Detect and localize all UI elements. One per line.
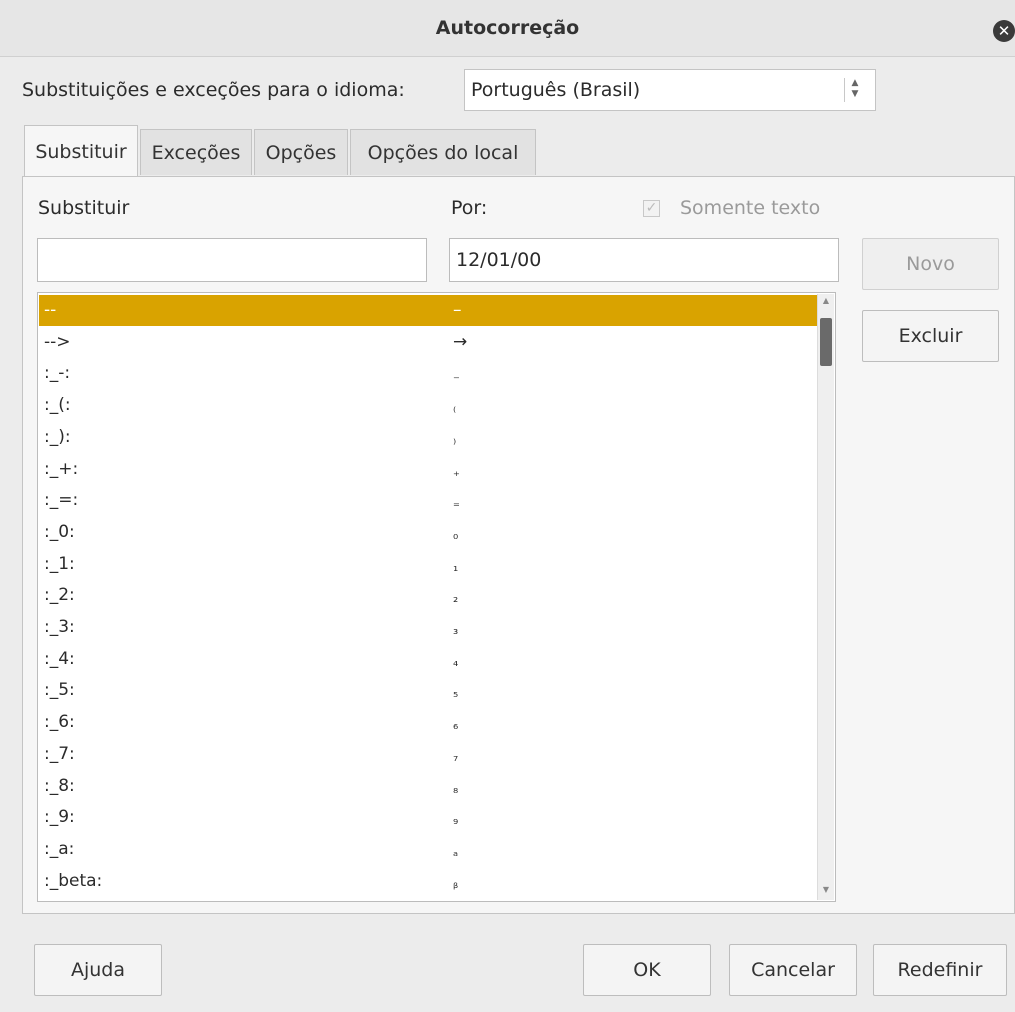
row-replacement: ₁ [453,559,459,575]
row-original: :_4: [44,648,75,669]
language-value: Português (Brasil) [471,79,641,101]
help-button[interactable]: Ajuda [34,944,162,996]
replace-input[interactable] [37,238,427,282]
row-replacement: ᵦ [453,876,459,892]
row-replacement: ₊ [453,464,460,480]
row-original: :_+: [44,458,79,479]
row-original: :_0: [44,521,75,542]
text-only-checkbox[interactable]: ✓ [643,200,660,217]
row-original: :_8: [44,775,75,796]
delete-button[interactable]: Excluir [862,310,999,362]
title-bar: Autocorreção ✕ [0,0,1015,57]
table-row[interactable]: :_=: ₌ [39,485,817,516]
scroll-thumb[interactable] [820,318,832,366]
row-original: :_6: [44,712,75,733]
scroll-up-icon[interactable]: ▲ [818,296,834,305]
row-original: :_): [44,426,71,447]
replacement-table[interactable]: -- – --> → :_-: ₋ :_(: ₍ :_): ₎ :_+: ₊ :_=: ₌ :_0: ₀ :_1… [37,292,836,902]
row-replacement: ₂ [453,591,459,607]
table-row[interactable]: :_a: ₐ [39,834,817,865]
row-original: :_=: [44,490,79,511]
with-label: Por: [451,197,488,219]
table-row[interactable]: :_2: ₂ [39,580,817,611]
row-original: :_beta: [44,870,103,891]
row-original: :_a: [44,838,75,859]
tab-substituir[interactable]: Substituir [24,125,138,177]
row-replacement: ₆ [453,718,459,734]
row-original: :_7: [44,743,75,764]
row-original: :_-: [44,363,71,384]
row-replacement: ₈ [453,781,459,797]
window-title: Autocorreção [435,17,580,39]
table-row[interactable]: :_-: ₋ [39,358,817,389]
row-replacement: ₇ [453,749,459,765]
row-replacement: ₍ [453,401,457,417]
row-replacement: ₎ [453,432,457,448]
row-original: --> [44,331,71,352]
with-input[interactable]: 12/01/00 [449,238,839,282]
table-row[interactable]: :_8: ₈ [39,771,817,802]
table-row[interactable]: :_5: ₅ [39,675,817,706]
table-row[interactable]: :_9: ₉ [39,802,817,833]
row-replacement: ₅ [453,686,459,702]
row-original: :_(: [44,395,71,416]
row-replacement: ₋ [453,369,460,385]
table-row[interactable]: :_4: ₄ [39,644,817,675]
table-row[interactable]: :_(: ₍ [39,390,817,421]
new-button[interactable]: Novo [862,238,999,290]
spin-arrows-icon[interactable]: ▲ ▼ [844,78,865,102]
table-row[interactable]: -- – [39,295,817,326]
language-label: Substituições e exceções para o idioma: [22,79,405,101]
row-original: :_1: [44,553,75,574]
row-replacement: ₄ [453,654,459,670]
table-row[interactable]: --> → [39,327,817,358]
ok-button[interactable]: OK [583,944,711,996]
row-original: :_2: [44,585,75,606]
table-row[interactable]: :_): ₎ [39,422,817,453]
vertical-scrollbar[interactable]: ▲ ▼ [817,294,834,900]
table-row[interactable]: :_7: ₇ [39,739,817,770]
scroll-down-icon[interactable]: ▼ [818,885,834,894]
row-original: -- [44,300,57,320]
row-replacement: – [453,300,462,320]
tab-opcoes-do-local[interactable]: Opções do local [350,129,536,175]
reset-button[interactable]: Redefinir [873,944,1007,996]
tab-excecoes[interactable]: Exceções [140,129,252,175]
table-row[interactable]: :_1: ₁ [39,549,817,580]
row-replacement: ₃ [453,623,459,638]
tab-opcoes[interactable]: Opções [254,129,348,175]
table-row[interactable]: :_6: ₆ [39,707,817,738]
close-icon[interactable]: ✕ [993,20,1015,42]
row-replacement: ₌ [453,496,460,512]
row-original: :_3: [44,617,75,637]
replace-label: Substituir [38,197,130,219]
row-original: :_5: [44,680,75,701]
language-select[interactable]: Português (Brasil) ▲ ▼ [464,69,876,111]
table-row[interactable]: :_beta: ᵦ [39,866,817,897]
table-row[interactable]: :_+: ₊ [39,454,817,485]
table-row[interactable]: :_3: ₃ [39,612,817,643]
cancel-button[interactable]: Cancelar [729,944,857,996]
row-replacement: ₉ [453,813,459,829]
text-only-label: Somente texto [680,197,821,219]
row-replacement: → [453,331,468,352]
row-original: :_9: [44,807,75,828]
table-row[interactable]: :_0: ₀ [39,517,817,548]
row-replacement: ₐ [453,844,459,860]
row-replacement: ₀ [453,527,459,543]
